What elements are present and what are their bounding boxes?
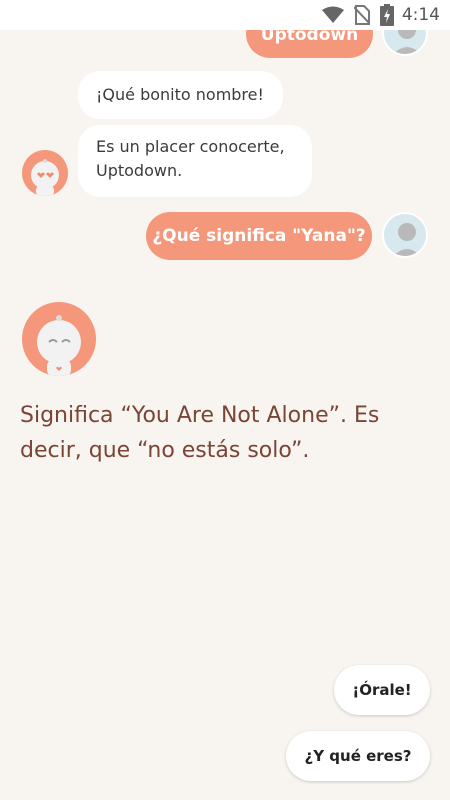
quick-reply-label: ¿Y qué eres? <box>304 747 412 765</box>
bot-answer-text: Significa “You Are Not Alone”. Es decir,… <box>20 403 380 463</box>
status-bar: 4:14 <box>0 0 450 30</box>
bot-avatar-small <box>22 150 68 196</box>
wifi-icon <box>321 6 344 24</box>
robot-heart-eyes-icon <box>31 159 59 196</box>
quick-reply-y-que-eres-button[interactable]: ¿Y qué eres? <box>286 731 430 781</box>
battery-charging-icon <box>379 4 394 26</box>
quick-reply-label: ¡Órale! <box>352 681 412 699</box>
bot-message-bubble: ¡Qué bonito nombre! <box>78 71 283 119</box>
bot-message-text: ¡Qué bonito nombre! <box>96 85 264 104</box>
chat-screen: 4:14 Uptodown ¡Qué bonito nombre! Es un … <box>0 0 450 800</box>
bot-message-text: Es un placer conocerte, Uptodown. <box>96 137 285 180</box>
status-time: 4:14 <box>401 5 440 25</box>
user-message-bubble: ¿Qué significa "Yana"? <box>146 212 372 260</box>
no-sim-icon <box>353 5 370 25</box>
user-avatar-icon <box>393 223 421 256</box>
user-message-text: ¿Qué significa "Yana"? <box>152 226 366 246</box>
quick-reply-orale-button[interactable]: ¡Órale! <box>334 665 430 715</box>
robot-smiling-icon <box>37 315 81 376</box>
bot-avatar-large <box>22 302 96 376</box>
user-avatar <box>382 212 428 258</box>
bot-message-bubble: Es un placer conocerte, Uptodown. <box>78 125 312 197</box>
